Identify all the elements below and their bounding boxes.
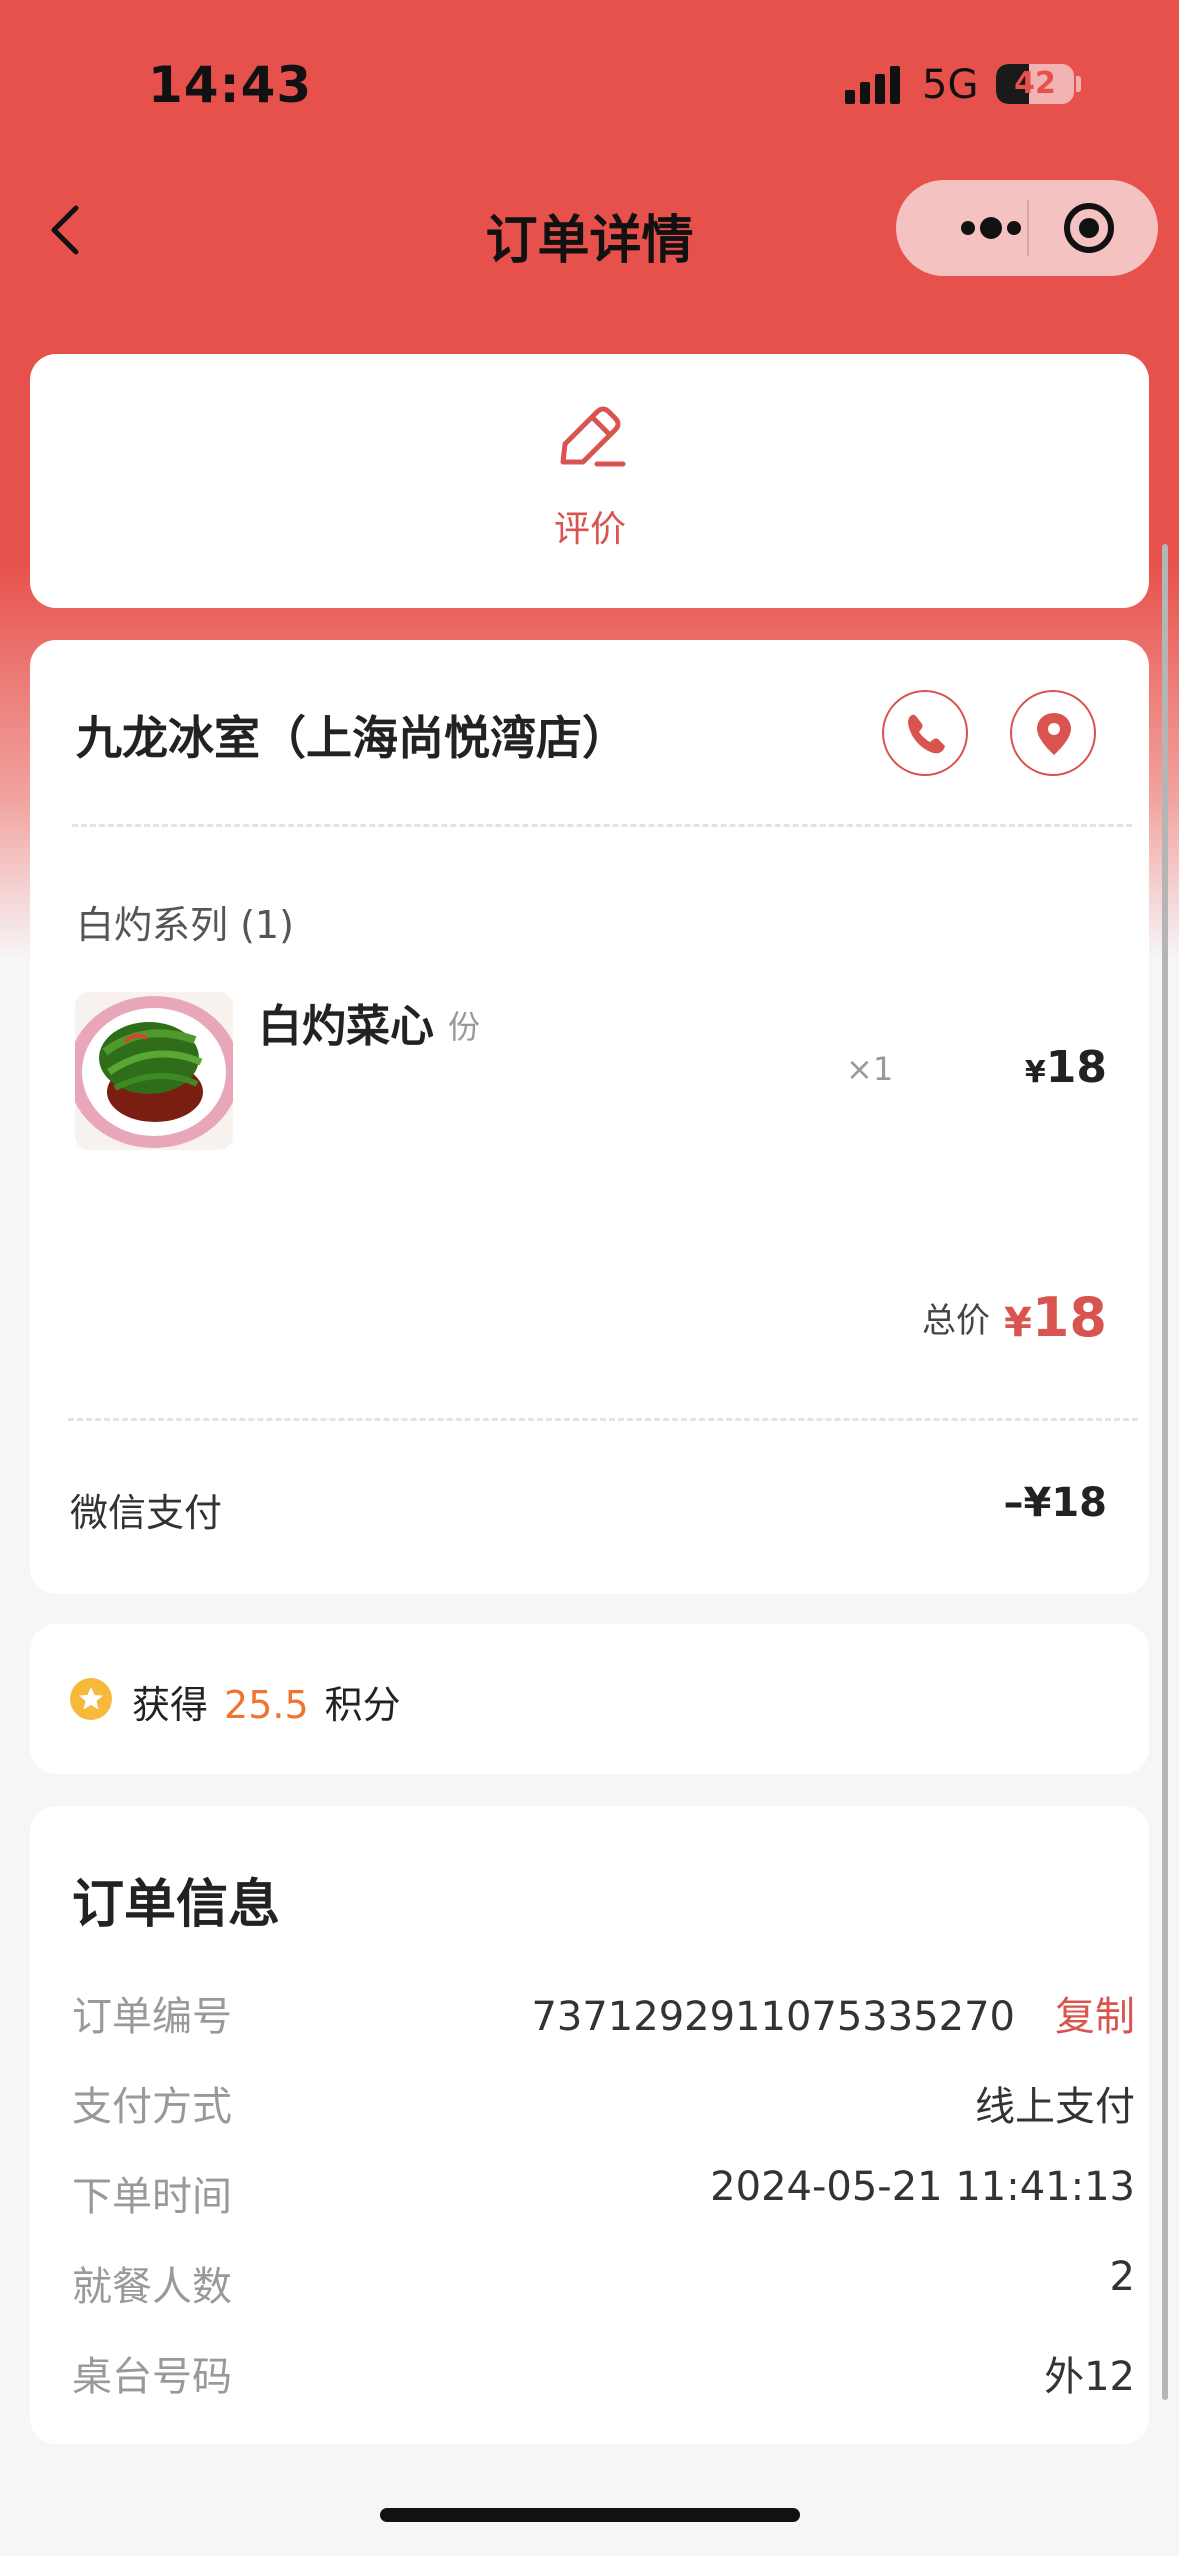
order-info-card: 订单信息 订单编号 7371292911075335270 复制 支付方式 线上支…: [30, 1806, 1149, 2444]
dish-unit: 份: [448, 1008, 481, 1046]
divider: [72, 824, 1132, 827]
store-location-button[interactable]: [1010, 690, 1096, 776]
points-text: 获得 25.5 积分: [132, 1674, 401, 1729]
divider: [68, 1418, 1138, 1421]
edit-icon: [560, 406, 626, 467]
status-time: 14:43: [148, 56, 313, 114]
info-label: 订单编号: [72, 1994, 232, 2040]
currency-symbol: ¥: [1024, 1055, 1046, 1090]
info-label: 就餐人数: [72, 2264, 232, 2310]
order-number: 7371292911075335270: [531, 1994, 1015, 2040]
info-value: 线上支付: [975, 2084, 1135, 2130]
total-label: 总价: [922, 1301, 990, 1341]
home-indicator[interactable]: [380, 2508, 800, 2522]
target-circle-icon[interactable]: [1041, 180, 1158, 276]
capsule-divider: [1027, 200, 1029, 256]
dish-price-value: 18: [1045, 1042, 1107, 1093]
dish-quantity: ×1: [846, 1050, 894, 1088]
info-value: 外12: [1044, 2354, 1135, 2400]
order-info-title: 订单信息: [72, 1875, 281, 1935]
info-label: 下单时间: [72, 2174, 232, 2220]
info-value: 7371292911075335270 复制: [531, 1984, 1135, 2042]
review-button[interactable]: 评价: [490, 394, 690, 574]
phone-icon: [908, 714, 945, 754]
copy-button[interactable]: 复制: [1055, 1994, 1135, 2040]
battery-tip: [1076, 76, 1081, 92]
total-row: 总价 ¥18: [922, 1286, 1107, 1349]
dish-price: ¥18: [1025, 1042, 1107, 1093]
currency-symbol: ¥: [1004, 1300, 1032, 1346]
info-row-order-time: 下单时间 2024-05-21 11:41:13: [72, 2164, 1135, 2224]
info-row-table-number: 桌台号码 外12: [72, 2344, 1135, 2404]
order-card: 九龙冰室（上海尚悦湾店） 白灼系列 (1) 白灼菜心 份 ×1 ¥18 总价 ¥1…: [30, 640, 1149, 1594]
info-label: 桌台号码: [72, 2354, 232, 2400]
total-amount: ¥18: [1004, 1286, 1107, 1349]
info-value: 2024-05-21 11:41:13: [710, 2164, 1135, 2210]
network-type: 5G: [922, 62, 979, 108]
info-value: 2: [1109, 2254, 1135, 2300]
location-pin-icon: [1037, 713, 1071, 755]
category-title: 白灼系列 (1): [76, 903, 294, 947]
status-bar: 14:43 5G 42: [0, 0, 1179, 170]
battery-icon: 42: [996, 64, 1074, 104]
points-suffix: 积分: [324, 1683, 401, 1727]
signal-icon: [845, 66, 900, 104]
miniprogram-capsule: [896, 180, 1158, 276]
store-name: 九龙冰室（上海尚悦湾店）: [76, 711, 628, 765]
payment-amount: –¥18: [1003, 1480, 1108, 1526]
info-label: 支付方式: [72, 2084, 232, 2130]
review-label: 评价: [553, 509, 626, 550]
star-coin-icon: [70, 1678, 112, 1720]
total-value: 18: [1031, 1286, 1107, 1349]
review-card: 评价: [30, 354, 1149, 608]
dish-image: [75, 992, 233, 1150]
info-row-payment-type: 支付方式 线上支付: [72, 2074, 1135, 2134]
points-card: 获得 25.5 积分: [30, 1624, 1149, 1774]
info-row-diners: 就餐人数 2: [72, 2254, 1135, 2314]
info-row-order-number: 订单编号 7371292911075335270 复制: [72, 1984, 1135, 2044]
battery-level: 42: [1014, 66, 1056, 101]
nav-bar: 订单详情: [0, 170, 1179, 290]
more-dots-icon[interactable]: [926, 180, 1056, 276]
payment-method: 微信支付: [70, 1491, 223, 1535]
scrollbar[interactable]: [1162, 544, 1168, 2400]
call-store-button[interactable]: [882, 690, 968, 776]
dish-name: 白灼菜心: [258, 1001, 434, 1052]
points-prefix: 获得: [132, 1683, 209, 1727]
points-value: 25.5: [224, 1683, 309, 1727]
